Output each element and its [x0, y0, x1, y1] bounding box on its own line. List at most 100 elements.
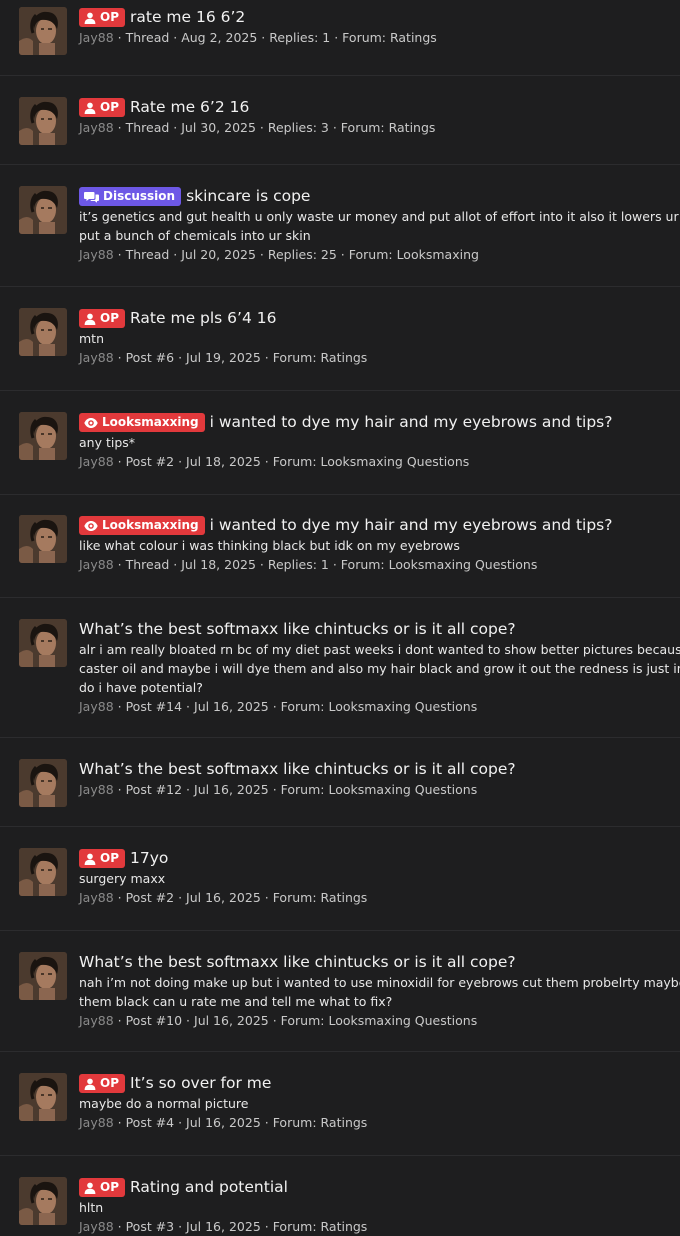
meta-details: · Post #12 · Jul 16, 2025 · Forum: Looks…	[113, 782, 478, 797]
avatar[interactable]	[19, 186, 67, 234]
prefix-badge-label: OP	[100, 100, 119, 114]
result-title-link[interactable]: rate me 16 6’2	[130, 8, 245, 26]
prefix-badge[interactable]: Discussion	[79, 187, 182, 206]
username-link[interactable]: Jay88	[79, 890, 114, 905]
prefix-badge-label: OP	[100, 851, 119, 865]
result-snippet: do i have potential?	[79, 680, 203, 695]
user-icon	[84, 1182, 96, 1194]
username-link[interactable]: Jay88	[79, 350, 114, 365]
result-meta: Jay88 · Thread · Aug 2, 2025 · Replies: …	[79, 28, 680, 47]
search-result-item[interactable]: What’s the best softmaxx like chintucks …	[0, 930, 680, 1052]
prefix-badge[interactable]: Looksmaxxing	[79, 413, 205, 432]
result-meta: Jay88 · Thread · Jul 18, 2025 · Replies:…	[79, 555, 680, 574]
result-snippet: hltn	[79, 1200, 104, 1215]
prefix-badge-label: OP	[100, 1076, 119, 1090]
eye-icon	[84, 521, 98, 531]
avatar[interactable]	[19, 515, 67, 563]
meta-details: · Thread · Aug 2, 2025 · Replies: 1 · Fo…	[113, 30, 437, 45]
meta-details: · Post #4 · Jul 16, 2025 · Forum: Rating…	[113, 1115, 368, 1130]
prefix-badge-label: OP	[100, 1180, 119, 1194]
prefix-badge[interactable]: OP	[79, 98, 125, 117]
search-result-item[interactable]: What’s the best softmaxx like chintucks …	[0, 737, 680, 827]
avatar[interactable]	[19, 7, 67, 55]
search-result-item[interactable]: OP Rating and potential hltn Jay88 · Post #…	[0, 1155, 680, 1234]
meta-details: · Post #3 · Jul 16, 2025 · Forum: Rating…	[113, 1219, 368, 1234]
result-title-line: What’s the best softmaxx like chintucks …	[79, 618, 680, 640]
result-meta: Jay88 · Post #3 · Jul 16, 2025 · Forum: …	[79, 1217, 680, 1236]
result-snippet: like what colour i was thinking black bu…	[79, 538, 460, 553]
meta-details: · Post #10 · Jul 16, 2025 · Forum: Looks…	[113, 1013, 478, 1028]
meta-details: · Thread · Jul 30, 2025 · Replies: 3 · F…	[113, 120, 436, 135]
search-result-item[interactable]: Looksmaxxing i wanted to dye my hair and …	[0, 494, 680, 598]
result-title-line: OP rate me 16 6’2	[79, 6, 680, 28]
avatar[interactable]	[19, 1073, 67, 1121]
prefix-badge-label: Looksmaxxing	[102, 415, 199, 429]
avatar[interactable]	[19, 412, 67, 460]
search-result-item[interactable]: OP rate me 16 6’2 Jay88 · Thread · Aug 2, …	[0, 0, 680, 75]
result-title-line: Looksmaxxing i wanted to dye my hair and …	[79, 514, 680, 536]
comments-icon	[84, 192, 99, 203]
result-snippet: any tips*	[79, 435, 136, 450]
prefix-badge-label: Discussion	[103, 189, 176, 203]
result-meta: Jay88 · Post #4 · Jul 16, 2025 · Forum: …	[79, 1113, 680, 1132]
result-title-link[interactable]: i wanted to dye my hair and my eyebrows …	[210, 413, 613, 431]
result-snippet: surgery maxx	[79, 871, 166, 886]
result-title-link[interactable]: What’s the best softmaxx like chintucks …	[79, 953, 516, 971]
result-title-line: Looksmaxxing i wanted to dye my hair and …	[79, 411, 680, 433]
meta-details: · Post #2 · Jul 16, 2025 · Forum: Rating…	[113, 890, 368, 905]
avatar[interactable]	[19, 308, 67, 356]
avatar[interactable]	[19, 759, 67, 807]
result-title-link[interactable]: What’s the best softmaxx like chintucks …	[79, 760, 516, 778]
result-snippet: put a bunch of chemicals into ur skin	[79, 228, 311, 243]
avatar[interactable]	[19, 952, 67, 1000]
avatar[interactable]	[19, 97, 67, 145]
result-snippet: caster oil and maybe i will dye them and…	[79, 661, 680, 676]
result-snippet: nah i’m not doing make up but i wanted t…	[79, 975, 680, 990]
result-meta: Jay88 · Post #10 · Jul 16, 2025 · Forum:…	[79, 1011, 680, 1030]
search-result-item[interactable]: Discussion skincare is cope it’s genetics …	[0, 164, 680, 287]
result-title-link[interactable]: It’s so over for me	[130, 1074, 271, 1092]
result-title-line: OP Rate me 6’2 16	[79, 96, 680, 118]
search-result-item[interactable]: Looksmaxxing i wanted to dye my hair and …	[0, 390, 680, 495]
result-title-line: What’s the best softmaxx like chintucks …	[79, 758, 680, 780]
username-link[interactable]: Jay88	[79, 247, 114, 262]
result-meta: Jay88 · Post #6 · Jul 19, 2025 · Forum: …	[79, 348, 680, 367]
search-result-item[interactable]: OP It’s so over for me maybe do a normal p…	[0, 1051, 680, 1156]
meta-details: · Post #2 · Jul 18, 2025 · Forum: Looksm…	[113, 454, 470, 469]
username-link[interactable]: Jay88	[79, 699, 114, 714]
result-title-link[interactable]: What’s the best softmaxx like chintucks …	[79, 620, 516, 638]
prefix-badge[interactable]: OP	[79, 1074, 125, 1093]
username-link[interactable]: Jay88	[79, 1115, 114, 1130]
prefix-badge[interactable]: Looksmaxxing	[79, 516, 205, 535]
user-icon	[84, 1078, 96, 1090]
avatar[interactable]	[19, 1177, 67, 1225]
username-link[interactable]: Jay88	[79, 1219, 114, 1234]
username-link[interactable]: Jay88	[79, 120, 114, 135]
result-title-link[interactable]: skincare is cope	[186, 187, 310, 205]
result-title-link[interactable]: 17yo	[130, 849, 168, 867]
avatar[interactable]	[19, 848, 67, 896]
search-result-item[interactable]: OP Rate me 6’2 16 Jay88 · Thread · Jul 30,…	[0, 75, 680, 165]
result-title-link[interactable]: i wanted to dye my hair and my eyebrows …	[210, 516, 613, 534]
search-result-item[interactable]: What’s the best softmaxx like chintucks …	[0, 597, 680, 738]
result-snippet: alr i am really bloated rn bc of my diet…	[79, 642, 680, 657]
search-result-item[interactable]: OP Rate me pls 6’4 16 mtn Jay88 · Post #6 ·…	[0, 286, 680, 391]
username-link[interactable]: Jay88	[79, 557, 114, 572]
result-title-link[interactable]: Rate me pls 6’4 16	[130, 309, 276, 327]
result-snippet: mtn	[79, 331, 104, 346]
username-link[interactable]: Jay88	[79, 1013, 114, 1028]
prefix-badge[interactable]: OP	[79, 309, 125, 328]
username-link[interactable]: Jay88	[79, 782, 114, 797]
prefix-badge-label: OP	[100, 10, 119, 24]
result-title-link[interactable]: Rating and potential	[130, 1178, 288, 1196]
username-link[interactable]: Jay88	[79, 454, 114, 469]
prefix-badge-label: Looksmaxxing	[102, 518, 199, 532]
search-result-item[interactable]: OP 17yo surgery maxx Jay88 · Post #2 · Jul …	[0, 826, 680, 931]
username-link[interactable]: Jay88	[79, 30, 114, 45]
avatar[interactable]	[19, 619, 67, 667]
result-title-line: Discussion skincare is cope	[79, 185, 680, 207]
result-title-link[interactable]: Rate me 6’2 16	[130, 98, 249, 116]
prefix-badge[interactable]: OP	[79, 1178, 125, 1197]
prefix-badge[interactable]: OP	[79, 8, 125, 27]
prefix-badge[interactable]: OP	[79, 849, 125, 868]
